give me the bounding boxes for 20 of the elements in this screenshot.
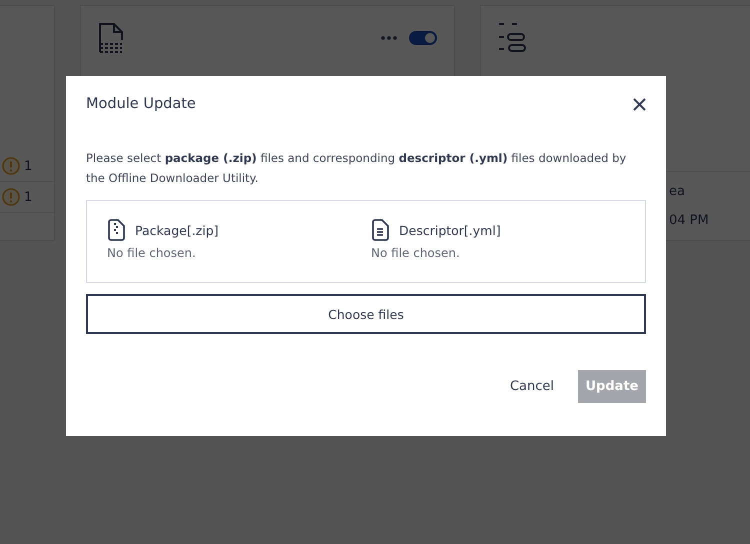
- warning-icon: [2, 188, 20, 206]
- file-type-label: Descriptor[.yml]: [399, 222, 501, 238]
- dialog-title: Module Update: [86, 96, 196, 112]
- more-options-icon[interactable]: [381, 36, 397, 40]
- count-text: 1: [24, 190, 32, 204]
- close-button[interactable]: [633, 98, 646, 110]
- warning-icon: [2, 157, 20, 175]
- zip-file-icon: [107, 219, 125, 241]
- choose-files-button[interactable]: Choose files: [86, 294, 646, 334]
- document-icon: [98, 22, 124, 54]
- file-type-label: Package[.zip]: [135, 222, 219, 238]
- toggle-switch[interactable]: [409, 31, 437, 45]
- card-text: ea: [669, 184, 686, 199]
- count-text: 1: [24, 158, 32, 174]
- instructions-text: Please select package (.zip) files and corresponding descriptor (.yml) files downloaded by the Offline Downloader Utility.: [86, 150, 628, 187]
- document-icon: [371, 219, 389, 241]
- file-status-text: No file chosen.: [371, 246, 461, 260]
- card-text: 04 PM: [669, 213, 710, 228]
- file-status-text: No file chosen.: [107, 246, 197, 260]
- sliders-icon: [498, 22, 526, 52]
